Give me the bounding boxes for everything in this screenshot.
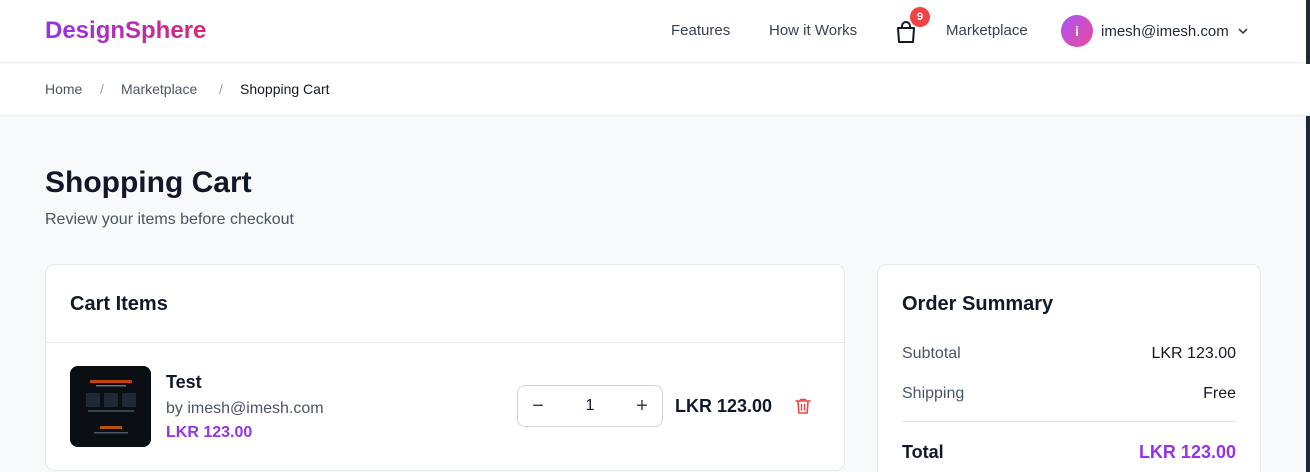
increment-button[interactable]: + — [622, 386, 662, 426]
order-summary-title: Order Summary — [902, 293, 1054, 315]
breadcrumb-separator: / — [219, 81, 223, 97]
breadcrumb-marketplace[interactable]: Marketplace — [121, 81, 197, 97]
quantity-stepper: − 1 + — [517, 385, 663, 427]
total-label: Total — [902, 442, 944, 462]
item-line-total: LKR 123.00 — [675, 396, 773, 416]
page-title: Shopping Cart — [45, 166, 252, 199]
trash-icon — [795, 398, 811, 414]
nav-marketplace[interactable]: Marketplace — [946, 22, 1028, 39]
shipping-label: Shipping — [902, 385, 965, 402]
chevron-down-icon — [1238, 28, 1248, 35]
breadcrumb-current: Shopping Cart — [240, 81, 330, 97]
user-email: imesh@imesh.com — [1101, 22, 1229, 40]
user-menu[interactable]: i imesh@imesh.com — [1061, 15, 1249, 47]
remove-item-button[interactable] — [793, 396, 813, 416]
cart-items-title: Cart Items — [70, 293, 168, 315]
page-subtitle: Review your items before checkout — [45, 211, 294, 228]
order-summary-card: Order Summary Subtotal LKR 123.00 Shippi… — [877, 264, 1261, 472]
divider — [902, 421, 1236, 422]
item-author: by imesh@imesh.com — [166, 400, 324, 417]
decrement-button[interactable]: − — [518, 386, 558, 426]
minus-icon: − — [532, 395, 544, 417]
cart-count-badge: 9 — [910, 7, 930, 27]
breadcrumb-separator: / — [100, 81, 104, 97]
total-value: LKR 123.00 — [1138, 442, 1236, 462]
top-header: DesignSphere Features How it Works 9 Mar… — [0, 0, 1310, 63]
nav-features[interactable]: Features — [671, 22, 730, 39]
divider — [46, 342, 844, 343]
product-thumbnail[interactable] — [70, 366, 151, 447]
subtotal-label: Subtotal — [902, 345, 961, 362]
plus-icon: + — [636, 395, 648, 417]
subtotal-value: LKR 123.00 — [1151, 345, 1236, 362]
product-preview-image — [70, 366, 151, 447]
nav-how-it-works[interactable]: How it Works — [769, 22, 857, 39]
quantity-value[interactable]: 1 — [558, 386, 622, 426]
breadcrumb: Home / Marketplace / Shopping Cart — [0, 64, 1310, 116]
breadcrumb-home[interactable]: Home — [45, 81, 82, 97]
item-unit-price: LKR 123.00 — [166, 424, 253, 441]
brand-logo[interactable]: DesignSphere — [45, 17, 206, 45]
item-name[interactable]: Test — [166, 372, 202, 393]
shipping-value: Free — [1203, 385, 1236, 402]
avatar: i — [1061, 15, 1093, 47]
cart-items-card: Cart Items Test by imesh@imesh.com LKR 1… — [45, 264, 845, 471]
